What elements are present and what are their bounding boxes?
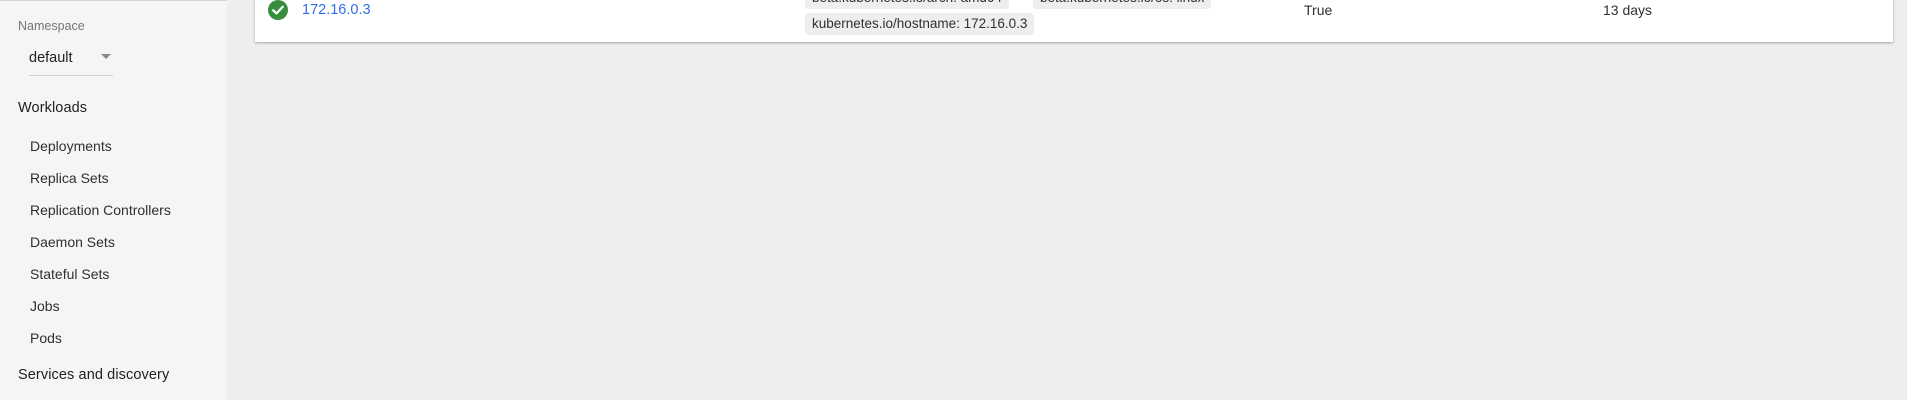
nodes-table-card: 172.16.0.3 beta.kubernetes.io/arch: amd6… xyxy=(255,0,1893,42)
namespace-select[interactable]: default xyxy=(29,48,113,76)
nav-section-services-discovery[interactable]: Services and discovery xyxy=(18,367,169,383)
node-name-link[interactable]: 172.16.0.3 xyxy=(302,2,371,18)
nav-item-stateful-sets[interactable]: Stateful Sets xyxy=(30,266,109,282)
nav-item-deployments[interactable]: Deployments xyxy=(30,138,112,154)
label-chip: kubernetes.io/hostname: 172.16.0.3 xyxy=(805,13,1035,35)
nav-item-daemon-sets[interactable]: Daemon Sets xyxy=(30,234,115,250)
node-age: 13 days xyxy=(1603,2,1653,18)
namespace-selected-value: default xyxy=(29,50,73,66)
check-circle-icon xyxy=(268,0,288,20)
nav-item-replica-sets[interactable]: Replica Sets xyxy=(30,170,109,186)
nav-section-workloads[interactable]: Workloads xyxy=(18,100,87,116)
nav-item-replication-controllers[interactable]: Replication Controllers xyxy=(30,202,171,218)
sidebar-divider xyxy=(0,0,227,1)
namespace-label: Namespace xyxy=(18,19,85,33)
node-ready-status: True xyxy=(1304,2,1333,18)
nav-item-pods[interactable]: Pods xyxy=(30,330,62,346)
label-chip: beta.kubernetes.io/arch: amd64 xyxy=(805,0,1009,9)
label-chip: beta.kubernetes.io/os: linux xyxy=(1033,0,1212,9)
nav-item-jobs[interactable]: Jobs xyxy=(30,298,60,314)
dropdown-arrow-icon xyxy=(101,54,111,59)
sidebar-nav: Namespace default Workloads Deployments … xyxy=(0,0,227,400)
